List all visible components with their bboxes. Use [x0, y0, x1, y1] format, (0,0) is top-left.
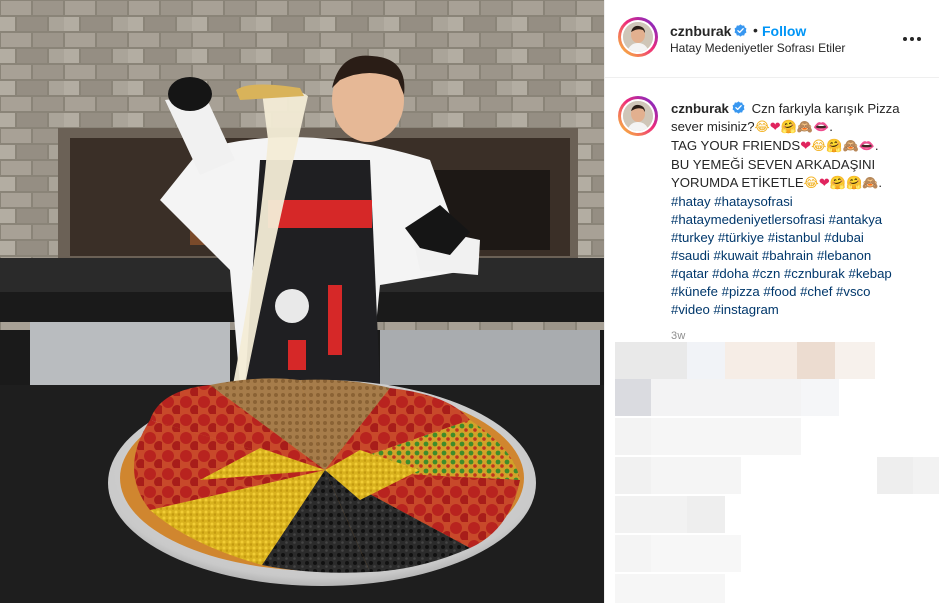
blurred-comment	[651, 418, 801, 455]
profile-picture-icon	[623, 22, 653, 52]
heart-emoji-icon: ❤	[818, 176, 830, 191]
hashtag-link[interactable]: #food	[763, 284, 796, 299]
profile-picture-icon	[623, 101, 653, 131]
laughing-emoji-icon: 😂	[811, 139, 827, 154]
hashtag-link[interactable]: #cznburak	[784, 266, 845, 281]
see-no-evil-emoji-icon: 🙈	[862, 176, 879, 191]
laughing-emoji-icon: 😂	[754, 120, 770, 135]
post-author-username[interactable]: cznburak	[670, 23, 747, 39]
blurred-comment	[615, 574, 725, 603]
hashtag-link[interactable]: #kebap	[848, 266, 891, 281]
caption-line-4: BU YEMEĞİ SEVEN ARKADAŞINI	[671, 157, 876, 172]
blurred-comment	[725, 342, 797, 379]
blurred-comment	[877, 457, 913, 494]
heart-emoji-icon: ❤	[800, 139, 812, 154]
hashtag-link[interactable]: #chef	[800, 284, 832, 299]
hugging-emoji-icon: 🤗	[845, 176, 863, 191]
hugging-emoji-icon: 🤗	[829, 176, 846, 191]
hashtag-link[interactable]: #antakya	[829, 212, 883, 227]
see-no-evil-emoji-icon: 🙈	[842, 139, 859, 154]
blurred-comment	[835, 342, 875, 379]
hashtag-link[interactable]: #hatay	[671, 194, 711, 209]
caption-avatar[interactable]	[618, 96, 658, 136]
post-photo[interactable]	[0, 0, 604, 603]
post-details-panel: cznburak • Follow Hatay Medeniyetler Sof…	[604, 0, 939, 603]
header-separator: •	[753, 22, 758, 38]
caption-username[interactable]: cznburak	[671, 101, 745, 116]
hashtag-line: #qatar #doha #czn #cznburak #kebap	[671, 265, 926, 283]
verified-badge-icon	[732, 101, 745, 114]
blurred-comment	[687, 342, 725, 379]
post-location[interactable]: Hatay Medeniyetler Sofrası Etiler	[670, 41, 845, 55]
hugging-emoji-icon: 🤗	[780, 120, 797, 135]
blurred-comment	[615, 457, 651, 494]
hashtag-link[interactable]: #vsco	[836, 284, 870, 299]
hashtag-link[interactable]: #turkey	[671, 230, 714, 245]
blurred-comment	[801, 379, 839, 416]
see-no-evil-emoji-icon: 🙈	[796, 120, 814, 135]
blurred-comment	[615, 418, 651, 455]
hashtag-list: #hatay #hataysofrasi #hataymedeniyetlerso…	[671, 193, 926, 319]
hashtag-link[interactable]: #lebanon	[817, 248, 871, 263]
hashtag-link[interactable]: #saudi	[671, 248, 710, 263]
hashtag-link[interactable]: #doha	[712, 266, 749, 281]
hashtag-line: #saudi #kuwait #bahrain #lebanon	[671, 247, 926, 265]
hashtag-link[interactable]: #hataysofrasi	[714, 194, 792, 209]
comments-blurred-area	[615, 340, 939, 603]
hashtag-link[interactable]: #qatar	[671, 266, 708, 281]
hashtag-line: #video #instagram	[671, 301, 926, 319]
heart-emoji-icon: ❤	[769, 120, 781, 135]
blurred-comment	[651, 379, 801, 416]
hashtag-line: #künefe #pizza #food #chef #vsco	[671, 283, 926, 301]
blurred-comment	[913, 457, 939, 494]
blurred-comment	[651, 535, 741, 572]
hashtag-link[interactable]: #bahrain	[762, 248, 813, 263]
hashtag-link[interactable]: #video	[671, 302, 710, 317]
hashtag-link[interactable]: #istanbul	[768, 230, 821, 245]
hashtag-link[interactable]: #kuwait	[714, 248, 759, 263]
blurred-comment	[615, 535, 651, 572]
lips-emoji-icon: 👄	[813, 120, 830, 135]
blurred-comment	[651, 457, 741, 494]
hashtag-line: #hataymedeniyetlersofrasi #antakya	[671, 211, 926, 229]
hashtag-link[interactable]: #dubai	[824, 230, 864, 245]
hashtag-link[interactable]: #pizza	[722, 284, 760, 299]
caption-line-5: YORUMDA ETİKETLE	[671, 175, 804, 190]
follow-button[interactable]: Follow	[762, 23, 806, 39]
hashtag-link[interactable]: #hataymedeniyetlersofrasi	[671, 212, 825, 227]
blurred-comment	[615, 496, 687, 533]
blurred-comment	[797, 342, 835, 379]
verified-badge-icon	[735, 24, 747, 37]
lips-emoji-icon: 👄	[858, 139, 875, 154]
hashtag-link[interactable]: #künefe	[671, 284, 718, 299]
hashtag-line: #hatay #hataysofrasi	[671, 193, 926, 211]
blurred-comment	[687, 496, 725, 533]
blurred-comment	[615, 342, 687, 379]
hugging-emoji-icon: 🤗	[826, 139, 843, 154]
pizza-photo-illustration	[0, 0, 604, 603]
hashtag-line: #turkey #türkiye #istanbul #dubai	[671, 229, 926, 247]
caption-line-2: sever misiniz?	[671, 119, 755, 134]
caption-line-3: TAG YOUR FRIENDS	[671, 138, 801, 153]
caption-line-1: Czn farkıyla karışık Pizza	[751, 101, 900, 116]
post-header: cznburak • Follow Hatay Medeniyetler Sof…	[605, 0, 939, 78]
post-caption: cznburak Czn farkıyla karışık Pizza seve…	[671, 100, 926, 319]
avatar[interactable]	[618, 17, 658, 57]
hashtag-link[interactable]: #czn	[752, 266, 780, 281]
laughing-emoji-icon: 😂	[803, 176, 819, 191]
hashtag-link[interactable]: #instagram	[714, 302, 779, 317]
blurred-comment	[615, 379, 651, 416]
hashtag-link[interactable]: #türkiye	[718, 230, 764, 245]
more-options-icon[interactable]	[900, 30, 924, 48]
